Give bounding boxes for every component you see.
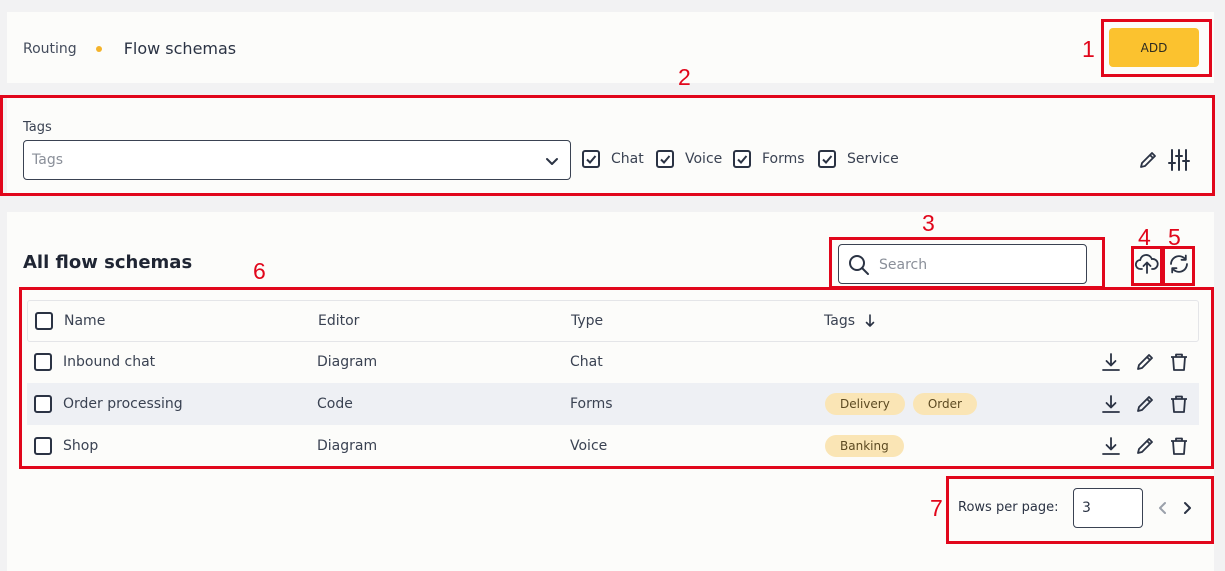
row-editor: Code xyxy=(317,396,353,412)
row-checkbox[interactable] xyxy=(34,395,52,413)
page-title: Flow schemas xyxy=(123,39,237,58)
delete-icon[interactable] xyxy=(1169,352,1189,372)
flow-schemas-table: Name Editor Type Tags Inbound chat Diagr… xyxy=(27,300,1199,462)
edit-icon[interactable] xyxy=(1135,394,1155,414)
checkbox-chat-label: Chat xyxy=(611,151,644,167)
column-header-tags-label: Tags xyxy=(824,313,855,329)
checkbox-chat[interactable] xyxy=(582,150,600,168)
breadcrumb: Routing Flow schemas xyxy=(23,39,236,58)
tags-label: Tags xyxy=(23,120,52,135)
table-row[interactable]: Order processing Code Forms Delivery Orde… xyxy=(27,383,1199,425)
breadcrumb-separator-dot xyxy=(95,45,102,52)
type-filter-chat[interactable]: Chat xyxy=(582,150,644,168)
type-filter-voice[interactable]: Voice xyxy=(656,150,722,168)
column-header-name[interactable]: Name xyxy=(64,313,105,329)
row-type: Voice xyxy=(570,438,608,454)
row-actions xyxy=(1101,352,1189,372)
checkbox-voice-label: Voice xyxy=(685,151,723,167)
checkbox-forms-label: Forms xyxy=(762,151,805,167)
search-input[interactable]: Search xyxy=(838,244,1087,284)
row-type: Chat xyxy=(570,354,603,370)
row-name: Shop xyxy=(63,438,99,454)
row-checkbox[interactable] xyxy=(34,353,52,371)
checkbox-service-label: Service xyxy=(847,151,899,167)
tag-chip: Order xyxy=(912,393,977,415)
tags-select-placeholder: Tags xyxy=(32,152,63,168)
annotation-number-6: 6 xyxy=(253,258,266,284)
chevron-right-icon[interactable] xyxy=(1180,500,1194,516)
annotation-number-1: 1 xyxy=(1082,36,1095,62)
rows-per-page-label: Rows per page: xyxy=(958,500,1059,515)
delete-icon[interactable] xyxy=(1169,394,1189,414)
column-header-editor[interactable]: Editor xyxy=(318,313,359,329)
breadcrumb-routing[interactable]: Routing xyxy=(23,41,77,57)
search-icon xyxy=(848,254,870,276)
edit-icon[interactable] xyxy=(1135,436,1155,456)
download-icon[interactable] xyxy=(1101,352,1121,372)
row-editor: Diagram xyxy=(317,438,378,454)
tag-chip: Delivery xyxy=(825,393,905,415)
refresh-icon[interactable] xyxy=(1167,252,1191,276)
type-filter-forms[interactable]: Forms xyxy=(733,150,805,168)
table-row[interactable]: Shop Diagram Voice Banking xyxy=(27,425,1199,467)
row-name: Inbound chat xyxy=(63,354,156,370)
annotation-number-7: 7 xyxy=(930,495,943,521)
chevron-left-icon[interactable] xyxy=(1156,500,1170,516)
row-tags: Delivery Order xyxy=(825,393,985,415)
row-actions xyxy=(1101,436,1189,456)
search-placeholder: Search xyxy=(879,257,928,273)
row-type: Forms xyxy=(570,396,613,412)
annotation-number-3: 3 xyxy=(922,210,935,236)
column-header-tags[interactable]: Tags xyxy=(824,313,875,329)
sort-arrow-down-icon[interactable] xyxy=(865,314,875,328)
row-tags: Banking xyxy=(825,435,912,457)
tag-chip: Banking xyxy=(825,435,904,457)
tags-select[interactable]: Tags xyxy=(23,140,571,180)
rows-per-page-input[interactable] xyxy=(1073,488,1143,528)
annotation-number-5: 5 xyxy=(1168,224,1181,250)
download-icon[interactable] xyxy=(1101,436,1121,456)
annotation-number-2: 2 xyxy=(678,64,691,90)
filter-sliders-icon[interactable] xyxy=(1168,148,1190,172)
checkbox-forms[interactable] xyxy=(733,150,751,168)
section-title: All flow schemas xyxy=(23,252,193,273)
row-editor: Diagram xyxy=(317,354,378,370)
checkbox-service[interactable] xyxy=(818,150,836,168)
checkbox-voice[interactable] xyxy=(656,150,674,168)
delete-icon[interactable] xyxy=(1169,436,1189,456)
column-header-type[interactable]: Type xyxy=(571,313,603,329)
row-actions xyxy=(1101,394,1189,414)
download-icon[interactable] xyxy=(1101,394,1121,414)
chevron-down-icon[interactable] xyxy=(544,153,560,169)
table-row[interactable]: Inbound chat Diagram Chat xyxy=(27,341,1199,383)
annotation-number-4: 4 xyxy=(1138,224,1151,250)
add-button[interactable]: ADD xyxy=(1109,28,1199,67)
pencil-icon[interactable] xyxy=(1137,149,1159,171)
table-header: Name Editor Type Tags xyxy=(27,300,1199,342)
upload-icon[interactable] xyxy=(1135,252,1159,276)
edit-icon[interactable] xyxy=(1135,352,1155,372)
type-filter-service[interactable]: Service xyxy=(818,150,899,168)
row-checkbox[interactable] xyxy=(34,437,52,455)
select-all-checkbox[interactable] xyxy=(35,312,53,330)
row-name: Order processing xyxy=(63,396,183,412)
